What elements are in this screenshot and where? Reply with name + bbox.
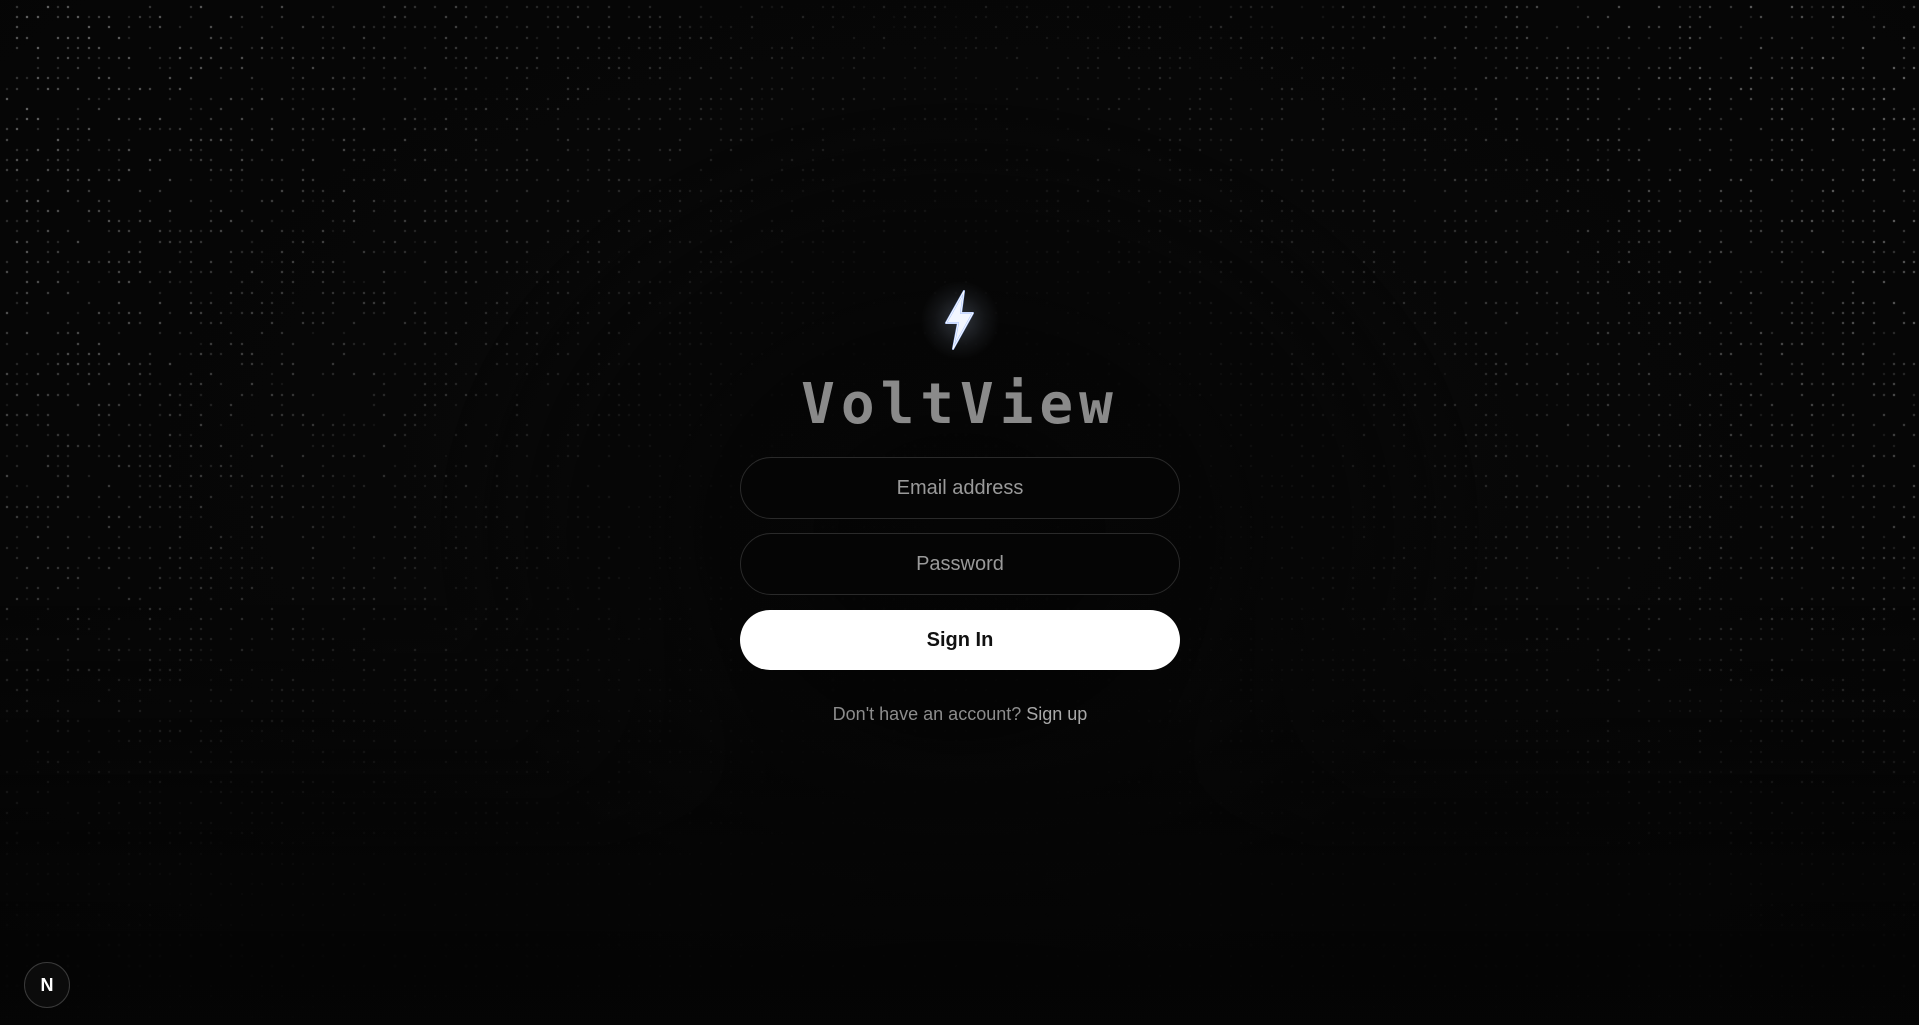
- login-page: VoltView Sign In Don't have an account? …: [0, 0, 1919, 1025]
- password-field[interactable]: [740, 533, 1180, 595]
- signup-prompt: Don't have an account? Sign up: [833, 704, 1088, 725]
- nextjs-logo-icon: N: [40, 974, 54, 995]
- nextjs-dev-badge[interactable]: N: [24, 962, 70, 1008]
- signup-prompt-text: Don't have an account?: [832, 704, 1027, 724]
- login-form-container: VoltView Sign In Don't have an account? …: [740, 280, 1180, 725]
- brand-title: VoltView: [801, 372, 1119, 437]
- lightning-bolt-icon: [945, 290, 974, 350]
- logo: [920, 280, 1000, 360]
- sign-in-button[interactable]: Sign In: [740, 610, 1180, 670]
- sign-up-link[interactable]: Sign up: [1026, 704, 1087, 724]
- email-field[interactable]: [740, 457, 1180, 519]
